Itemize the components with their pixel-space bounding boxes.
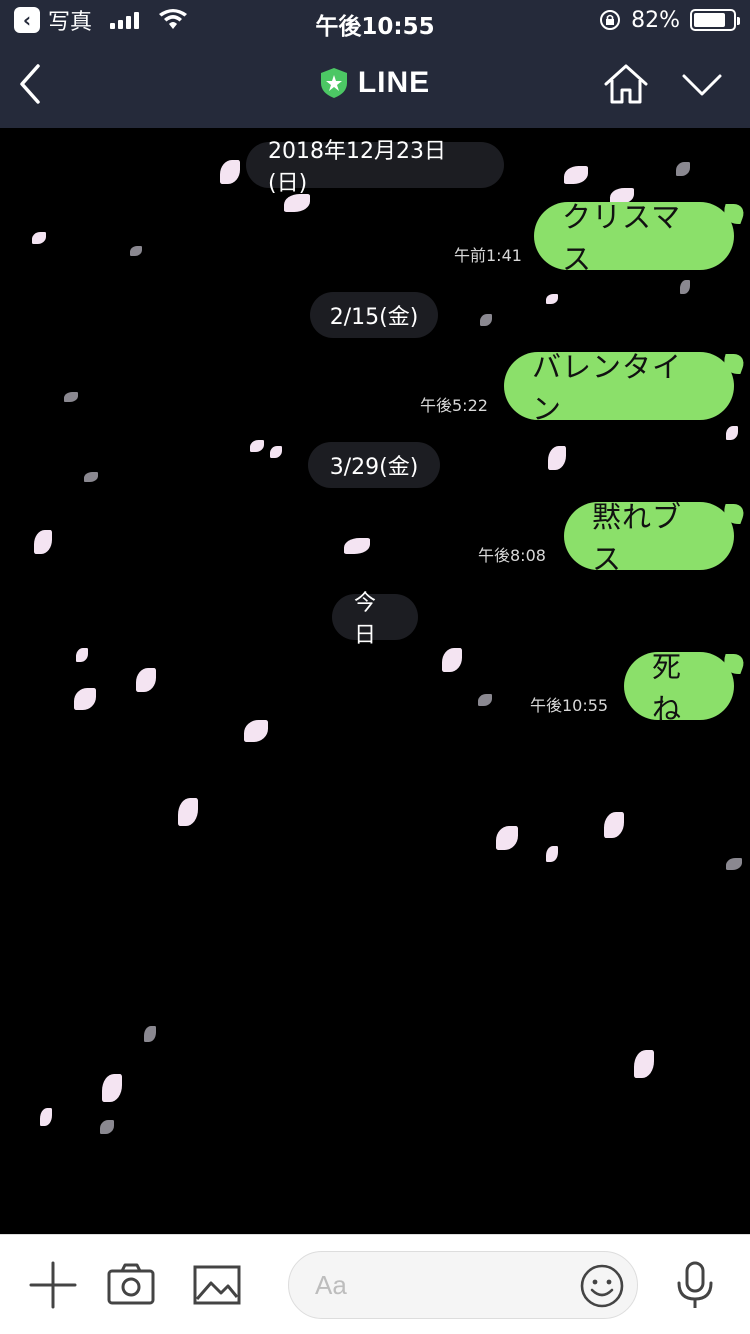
petal-decoration (40, 1108, 52, 1126)
status-time: 午後10:55 (315, 14, 435, 40)
petal-decoration (270, 446, 282, 458)
petal-decoration (100, 1120, 114, 1134)
petal-decoration (84, 472, 98, 482)
page-title: LINE (357, 66, 431, 99)
date-separator: 2/15(金) (310, 292, 438, 338)
date-separator: 3/29(金) (308, 442, 440, 488)
composer-bar: Aa (0, 1234, 750, 1334)
petal-decoration (726, 858, 742, 870)
petal-decoration (480, 314, 492, 326)
battery-fill (694, 13, 726, 27)
petal-decoration (680, 280, 690, 294)
petal-decoration (442, 648, 462, 672)
message-input-placeholder: Aa (315, 1270, 347, 1300)
image-icon[interactable] (192, 1261, 242, 1309)
petal-decoration (144, 1026, 156, 1042)
petal-decoration (546, 846, 558, 862)
petal-decoration (676, 162, 690, 176)
message-bubble[interactable]: バレンタイン (504, 350, 734, 426)
chat-area[interactable]: 2018年12月23日(日) 2/15(金) 3/29(金) 今日 午前1:41… (0, 128, 750, 1234)
microphone-icon[interactable] (670, 1261, 720, 1309)
petal-decoration (344, 538, 370, 554)
petal-decoration (244, 720, 268, 742)
battery-icon (690, 9, 740, 31)
message-bubble[interactable]: 死ね (624, 650, 734, 726)
petal-decoration (250, 440, 264, 452)
petal-decoration (130, 246, 142, 256)
petal-decoration (604, 812, 624, 838)
message-time: 午前1:41 (454, 246, 522, 265)
chat-header: LINE (0, 40, 750, 128)
message-time: 午後10:55 (530, 696, 609, 715)
petal-decoration (478, 694, 492, 706)
petal-decoration (548, 446, 566, 470)
line-keep-badge-icon (320, 68, 347, 98)
petal-decoration (76, 648, 88, 662)
petal-decoration (102, 1074, 122, 1102)
petal-decoration (564, 166, 588, 184)
message-bubble[interactable]: クリスマス (534, 200, 734, 276)
date-separator: 今日 (332, 591, 418, 648)
petal-decoration (178, 798, 198, 826)
message-time: 午後8:08 (478, 546, 546, 565)
petal-decoration (496, 826, 518, 850)
petal-decoration (220, 160, 240, 184)
date-separator: 2018年12月23日(日) (246, 139, 504, 196)
message-time: 午後5:22 (420, 396, 488, 415)
petal-decoration (74, 688, 96, 710)
camera-icon[interactable] (106, 1261, 156, 1309)
petal-decoration (546, 294, 558, 304)
plus-icon[interactable] (28, 1261, 78, 1309)
emoji-icon[interactable] (579, 1263, 625, 1309)
petal-decoration (136, 668, 156, 692)
status-bar: ‹ 写真 午後10:55 82% (0, 0, 750, 40)
petal-decoration (726, 426, 738, 440)
petal-decoration (634, 1050, 654, 1078)
petal-decoration (64, 392, 78, 402)
home-icon[interactable] (600, 62, 652, 106)
chevron-down-icon[interactable] (678, 68, 726, 100)
message-bubble[interactable]: 黙れブス (564, 500, 734, 576)
petal-decoration (32, 232, 46, 244)
message-input[interactable]: Aa (288, 1251, 638, 1319)
petal-decoration (34, 530, 52, 554)
